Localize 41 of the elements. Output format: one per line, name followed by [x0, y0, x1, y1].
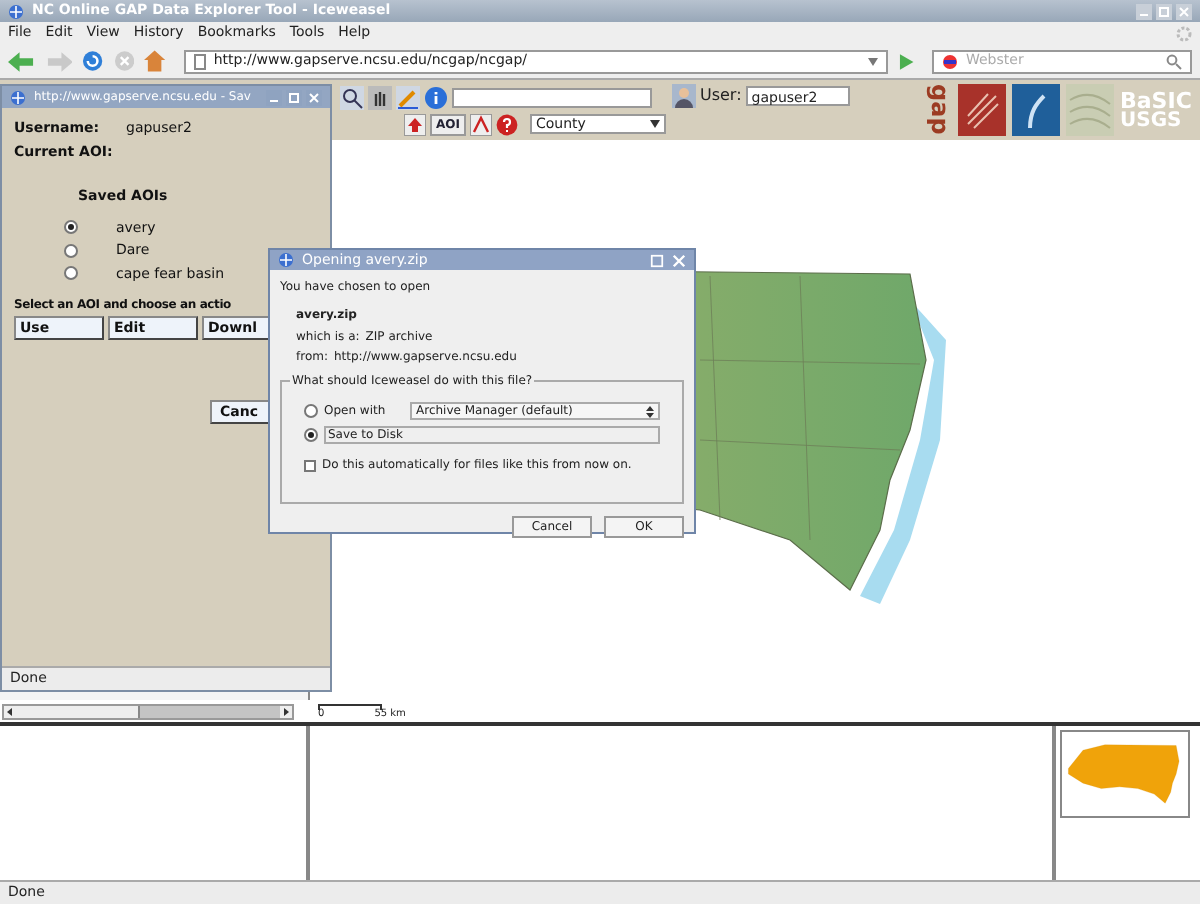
checkbox[interactable]: [304, 459, 316, 471]
info-icon[interactable]: [424, 85, 448, 109]
radio-button[interactable]: [64, 220, 78, 235]
globe-icon: [278, 252, 294, 268]
back-arrow-icon[interactable]: [8, 51, 35, 71]
maximize-icon[interactable]: [650, 253, 664, 267]
scrollbar[interactable]: [2, 703, 294, 719]
user-icon[interactable]: [671, 84, 696, 108]
basic-usgs-logo: BaSIC USGS: [1120, 89, 1192, 131]
help-icon[interactable]: [495, 113, 518, 135]
search-icon[interactable]: [1165, 53, 1182, 69]
scroll-right-icon[interactable]: [280, 705, 292, 717]
scroll-left-icon[interactable]: [4, 705, 16, 717]
dropdown-caret-icon: [649, 120, 660, 128]
pencil-icon[interactable]: [396, 85, 420, 109]
radio-button[interactable]: [64, 243, 78, 258]
upload-icon[interactable]: [404, 113, 426, 135]
gap-logo: gap: [928, 84, 952, 136]
overview-map-drawing: [1060, 730, 1190, 818]
search-engine-icon[interactable]: [941, 53, 958, 69]
globe-icon: [8, 3, 24, 19]
radio-button[interactable]: [304, 428, 318, 442]
contour-logo-icon: [1066, 84, 1114, 136]
close-icon[interactable]: [306, 89, 322, 105]
dropdown-caret-icon[interactable]: [868, 57, 879, 65]
radio-button[interactable]: [304, 404, 318, 418]
page-icon: [193, 53, 206, 69]
close-icon[interactable]: [672, 253, 686, 267]
radio-button[interactable]: [64, 266, 78, 281]
maximize-icon[interactable]: [286, 89, 302, 105]
zoom-icon[interactable]: [340, 85, 364, 109]
scroll-thumb[interactable]: [16, 705, 140, 717]
text-field[interactable]: [452, 87, 652, 107]
scale-bar-icon: [318, 703, 382, 709]
user-label: User:: [699, 84, 742, 108]
activity-icon: [1176, 25, 1192, 41]
home-icon[interactable]: [144, 50, 166, 72]
reload-icon[interactable]: [82, 50, 104, 72]
go-icon[interactable]: [898, 53, 914, 69]
spin-arrows-icon: [646, 405, 654, 417]
globe-icon: [10, 89, 26, 105]
